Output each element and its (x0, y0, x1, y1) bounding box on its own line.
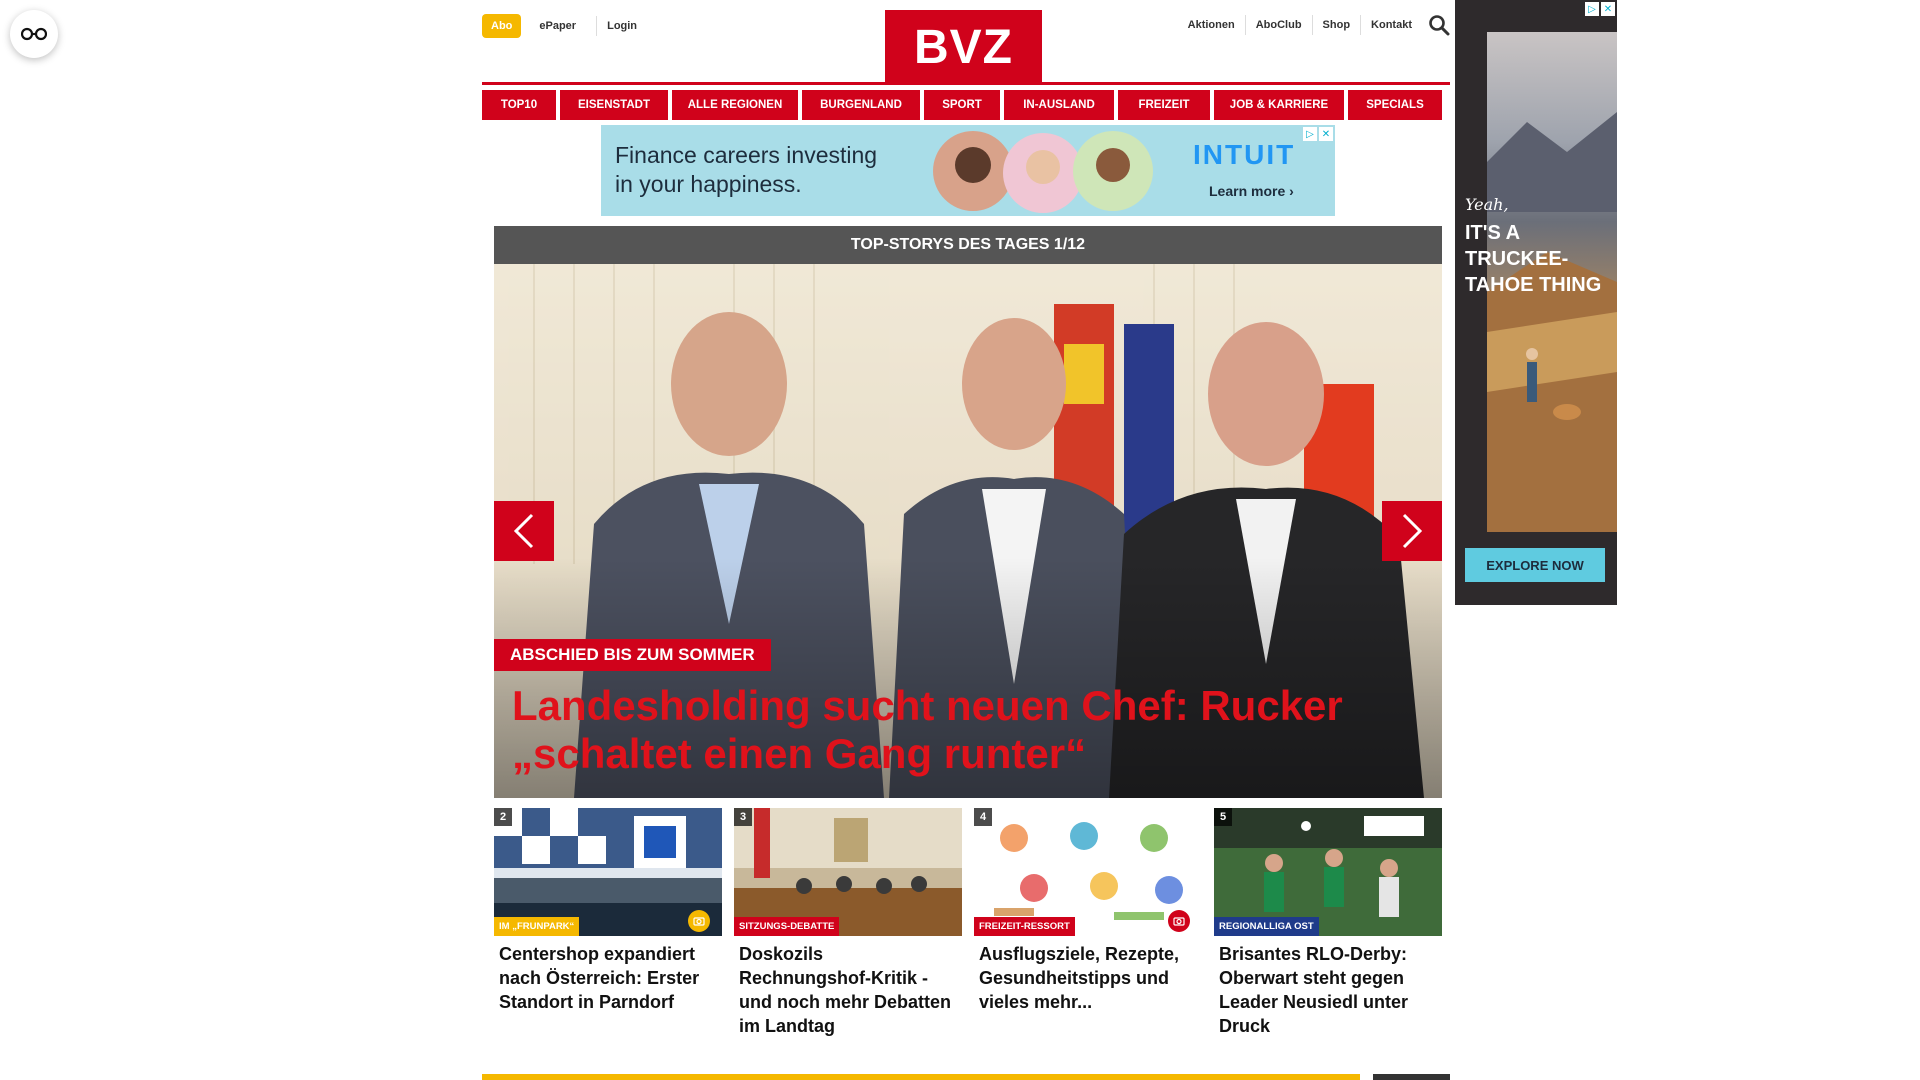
story-kicker: ABSCHIED BIS ZUM SOMMER (494, 639, 771, 671)
main-nav: TOP10 EISENSTADT ALLE REGIONEN BURGENLAN… (482, 90, 1450, 120)
epaper-link[interactable]: ePaper (529, 16, 586, 36)
ad-people-image (933, 131, 1153, 213)
teaser-title[interactable]: Brisantes RLO-Derby: Oberwart steht gege… (1214, 936, 1442, 1038)
adchoices-icon[interactable]: ▷ (1585, 2, 1599, 16)
login-link[interactable]: Login (596, 16, 647, 36)
teaser-title[interactable]: Ausflugsziele, Rezepte, Gesundheitstipps… (974, 936, 1202, 1014)
camera-icon (688, 910, 710, 932)
story-teasers: 2 IM „FRUNPARK“ Centershop expandiert na… (494, 808, 1442, 1038)
teaser-tag: IM „FRUNPARK“ (494, 917, 580, 936)
top-stories-slider: TOP-STORYS DES TAGES 1/12 ABSCHIED BIS Z… (494, 226, 1442, 798)
teaser-number: 5 (1214, 808, 1232, 826)
aktionen-link[interactable]: Aktionen (1178, 15, 1246, 35)
side-ad-choices: ▷ ✕ (1585, 2, 1615, 16)
search-icon[interactable] (1428, 14, 1450, 36)
nav-item-alle-regionen[interactable]: ALLE REGIONEN (672, 90, 798, 120)
nav-item-freizeit[interactable]: FREIZEIT (1118, 90, 1210, 120)
top-bar: Abo ePaper Login BVZ Aktionen AboClub Sh… (482, 0, 1450, 85)
teaser-image[interactable]: 4 FREIZEIT-RESSORT (974, 808, 1202, 936)
slider-next-button[interactable] (1382, 501, 1442, 561)
slider-prev-button[interactable] (494, 501, 554, 561)
bvz-logo[interactable]: BVZ (885, 10, 1042, 84)
aboclub-link[interactable]: AboClub (1246, 15, 1313, 35)
teaser-number: 4 (974, 808, 992, 826)
nav-item-eisenstadt[interactable]: EISENSTADT (560, 90, 668, 120)
reader-mode-button[interactable] (10, 10, 58, 58)
ad-slogan: IT'S A TRUCKEE-TAHOE THING (1465, 222, 1602, 296)
bottom-strip (482, 1074, 1450, 1080)
bottom-dark-bar (1373, 1074, 1450, 1080)
teaser-card[interactable]: 5 REGIONALLIGA OST Brisantes RLO-Derby: … (1214, 808, 1442, 1038)
close-icon[interactable]: ✕ (1319, 127, 1333, 141)
glasses-icon (21, 27, 47, 41)
teaser-number: 2 (494, 808, 512, 826)
teaser-number: 3 (734, 808, 752, 826)
teaser-card[interactable]: 3 SITZUNGS-DEBATTE Doskozils Rechnungsho… (734, 808, 962, 1038)
teaser-image[interactable]: 5 REGIONALLIGA OST (1214, 808, 1442, 936)
side-ad[interactable]: Yeah, IT'S A TRUCKEE-TAHOE THING EXPLORE… (1455, 0, 1617, 605)
teaser-tag: REGIONALLIGA OST (1214, 917, 1319, 936)
nav-item-job-karriere[interactable]: JOB & KARRIERE (1214, 90, 1344, 120)
nav-item-in-ausland[interactable]: IN-AUSLAND (1004, 90, 1114, 120)
bottom-yellow-bar (482, 1074, 1360, 1080)
nav-item-specials[interactable]: SPECIALS (1348, 90, 1442, 120)
teaser-tag: FREIZEIT-RESSORT (974, 917, 1075, 936)
nav-item-burgenland[interactable]: BURGENLAND (802, 90, 920, 120)
header-divider (482, 82, 1450, 85)
teaser-image[interactable]: 3 SITZUNGS-DEBATTE (734, 808, 962, 936)
abo-button[interactable]: Abo (482, 14, 522, 38)
teaser-title[interactable]: Centershop expandiert nach Österreich: E… (494, 936, 722, 1014)
close-icon[interactable]: ✕ (1601, 2, 1615, 16)
teaser-card[interactable]: 2 IM „FRUNPARK“ Centershop expandiert na… (494, 808, 722, 1038)
ad-banner-top[interactable]: Finance careers investing in your happin… (601, 125, 1335, 216)
ad-script-text: Yeah, (1465, 195, 1509, 214)
intuit-logo: INTUIT (1193, 139, 1296, 170)
page-container: Abo ePaper Login BVZ Aktionen AboClub Sh… (482, 0, 1450, 1080)
teaser-tag: SITZUNGS-DEBATTE (734, 917, 840, 936)
ad-learn-more-link[interactable]: Learn more › (1209, 183, 1294, 199)
top-right-links: Aktionen AboClub Shop Kontakt (1178, 14, 1450, 36)
slider-header: TOP-STORYS DES TAGES 1/12 (494, 226, 1442, 264)
teaser-image[interactable]: 2 IM „FRUNPARK“ (494, 808, 722, 936)
teaser-card[interactable]: 4 FREIZEIT-RESSORT Ausflugsziele, Rezept… (974, 808, 1202, 1038)
ad-choices: ▷ ✕ (1303, 127, 1333, 141)
kontakt-link[interactable]: Kontakt (1361, 15, 1422, 35)
shop-link[interactable]: Shop (1313, 15, 1362, 35)
adchoices-icon[interactable]: ▷ (1303, 127, 1317, 141)
ad-banner-line-2: in your happiness. (615, 171, 802, 197)
explore-now-button[interactable]: EXPLORE NOW (1465, 548, 1605, 582)
camera-icon (1168, 910, 1190, 932)
ad-banner-text: Finance careers investing in your happin… (615, 141, 877, 199)
slider-image[interactable]: ABSCHIED BIS ZUM SOMMER Landesholding su… (494, 264, 1442, 798)
nav-item-sport[interactable]: SPORT (924, 90, 1000, 120)
ad-banner-line-1: Finance careers investing (615, 142, 878, 168)
nav-item-top10[interactable]: TOP10 (482, 90, 556, 120)
chevron-left-icon (513, 513, 534, 549)
chevron-right-icon (1402, 513, 1423, 549)
teaser-title[interactable]: Doskozils Rechnungshof-Kritik - und noch… (734, 936, 962, 1038)
top-left-links: Abo ePaper Login (482, 14, 647, 38)
story-headline[interactable]: Landesholding sucht neuen Chef: Rucker „… (512, 682, 1412, 778)
